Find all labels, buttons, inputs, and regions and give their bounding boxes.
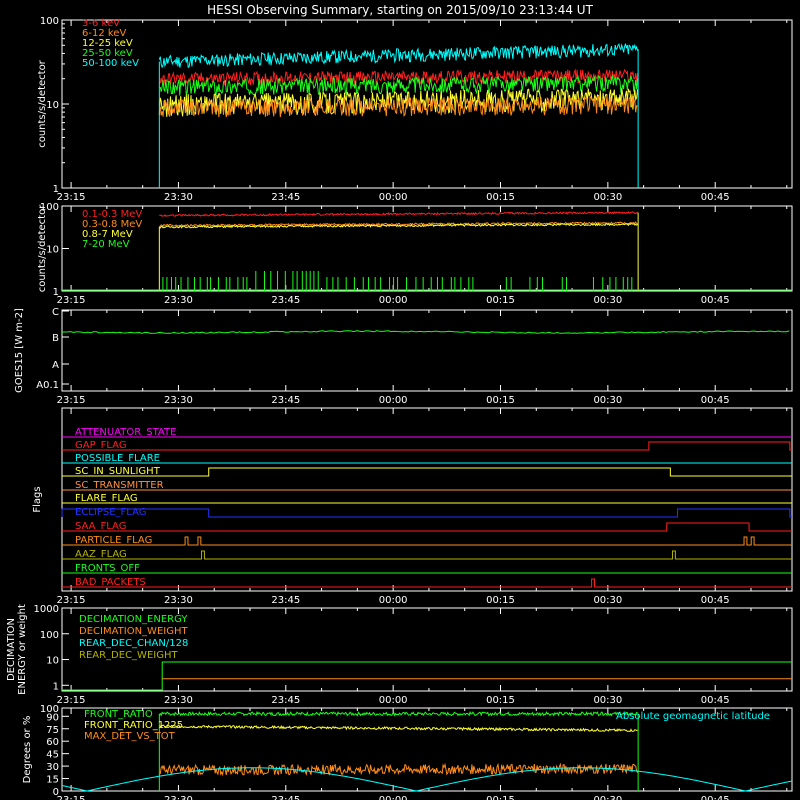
legend-entry: 7-20 MeV [82,239,130,250]
flag-label: POSSIBLE_FLARE [75,453,160,464]
y-axis-label: GOES15 [W m-2] [14,308,25,393]
x-tick-label: 23:30 [164,795,193,800]
figure-title: HESSI Observing Summary, starting on 201… [207,3,593,17]
x-tick-label: 00:30 [593,395,622,406]
x-tick-label: 00:15 [486,595,515,606]
y-tick-label: 15 [46,775,59,786]
x-tick-label: 23:30 [164,295,193,306]
x-tick-label: 23:15 [57,595,86,606]
y-tick-label: 45 [46,750,59,761]
x-tick-label: 23:15 [57,795,86,800]
x-tick-label: 00:15 [486,795,515,800]
flag-label: FRONTS_OFF [75,563,140,574]
y-tick-label: 1 [53,681,59,692]
flag-label: SAA_FLAG [75,521,126,532]
x-tick-label: 23:45 [271,595,300,606]
x-tick-label: 23:45 [271,192,300,203]
x-tick-label: 23:15 [57,295,86,306]
x-tick-label: 00:30 [593,595,622,606]
x-tick-label: 00:00 [379,192,408,203]
flag-label: SC_TRANSMITTER [75,480,164,491]
x-tick-label: 00:45 [701,795,730,800]
x-tick-label: 00:00 [379,295,408,306]
y-axis-label: counts/s/detector [37,59,48,147]
x-tick-label: 23:15 [57,395,86,406]
y-tick-label: 0 [53,787,59,798]
x-tick-label: 00:30 [593,295,622,306]
x-tick-label: 23:45 [271,795,300,800]
y-tick-label: 100 [40,16,59,27]
flag-label: BAD_PACKETS [75,577,146,588]
y-tick-label: 60 [46,737,59,748]
y-tick-label: 75 [46,725,59,736]
y-axis-label: Degrees or % [22,716,33,784]
y-tick-label: 10 [46,100,59,111]
y-tick-label: 30 [46,762,59,773]
y-tick-label: A [52,360,59,371]
x-tick-label: 00:45 [701,695,730,706]
x-tick-label: 23:30 [164,595,193,606]
y-tick-label: 1000 [34,604,59,615]
x-tick-label: 00:30 [593,795,622,800]
flag-label: ECLIPSE_FLAG [75,507,146,518]
y-axis-label: Flags [32,486,43,512]
x-tick-label: 00:30 [593,695,622,706]
x-tick-label: 23:45 [271,395,300,406]
y-tick-label: 1 [53,287,59,298]
y-axis-label: ENERGY or weight [17,604,28,695]
x-tick-label: 00:45 [701,595,730,606]
x-tick-label: 00:00 [379,795,408,800]
observing-summary-figure: HESSI Observing Summary, starting on 201… [0,0,800,800]
legend-entry: DECIMATION_WEIGHT [79,626,188,637]
y-tick-label: B [52,333,59,344]
legend-entry: 50-100 keV [82,58,139,69]
x-tick-label: 00:00 [379,395,408,406]
x-tick-label: 23:30 [164,395,193,406]
flag-label: ATTENUATOR_STATE [75,427,176,438]
y-tick-label: A0.1 [36,380,59,391]
x-tick-label: 23:15 [57,192,86,203]
legend-entry: REAR_DEC_CHAN/128 [79,638,188,649]
flag-label: GAP_FLAG [75,440,127,451]
y-axis-label: DECIMATION [6,618,17,681]
y-tick-label: 10 [46,656,59,667]
x-tick-label: 00:00 [379,695,408,706]
y-tick-label: 1 [53,184,59,195]
flag-label: SC_IN_SUNLIGHT [75,466,161,477]
x-tick-label: 23:30 [164,695,193,706]
x-tick-label: 00:15 [486,695,515,706]
x-tick-label: 23:15 [57,695,86,706]
y-tick-label: 100 [40,704,59,715]
legend-entry: REAR_DEC_WEIGHT [79,650,178,661]
x-tick-label: 00:15 [486,192,515,203]
y-tick-label: 100 [40,630,59,641]
x-tick-label: 00:45 [701,295,730,306]
x-tick-label: 00:30 [593,192,622,203]
legend-entry: FRONT_RATIO [84,709,153,720]
y-tick-label: 10 [46,245,59,256]
y-axis-label: counts/s/detector [37,204,48,292]
legend-entry: DECIMATION_ENERGY [79,614,188,625]
x-tick-label: 00:00 [379,595,408,606]
geomagnetic-annotation: Absolute geomagnetic latitude [616,711,770,722]
x-tick-label: 00:45 [701,395,730,406]
x-tick-label: 00:15 [486,395,515,406]
legend-entry: MAX_DET_VS_TOT [84,731,176,742]
flag-label: FLARE_FLAG [75,493,138,504]
x-tick-label: 00:45 [701,192,730,203]
x-tick-label: 00:15 [486,295,515,306]
y-tick-label: C [52,307,59,318]
x-tick-label: 23:30 [164,192,193,203]
x-tick-label: 23:45 [271,695,300,706]
flag-label: PARTICLE_FLAG [75,535,152,546]
x-tick-label: 23:45 [271,295,300,306]
legend-entry: FRONT_RATIO_1225 [84,720,183,731]
flag-label: AAZ_FLAG [75,549,127,560]
